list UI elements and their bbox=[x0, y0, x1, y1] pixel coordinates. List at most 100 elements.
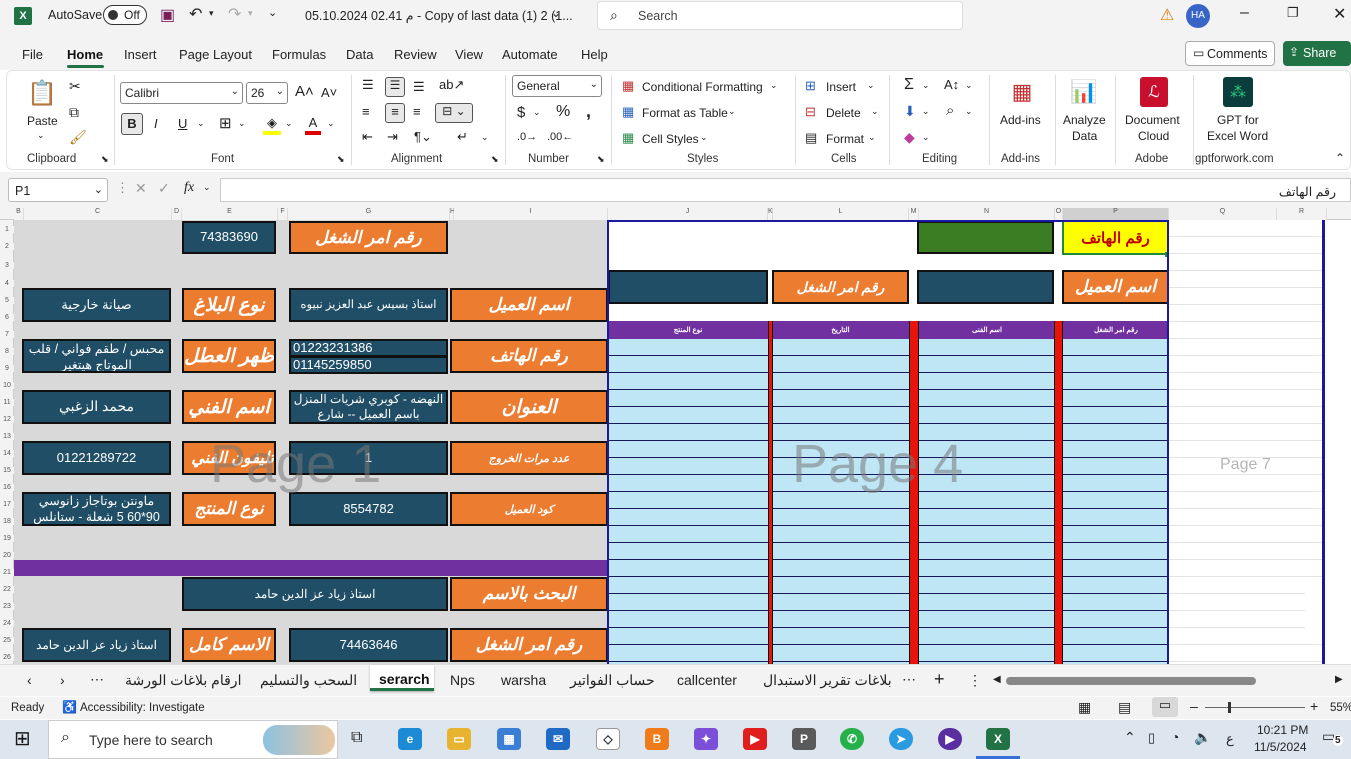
document-cloud-line1[interactable]: Document bbox=[1125, 113, 1180, 127]
accessibility-status[interactable]: Accessibility: Investigate bbox=[80, 702, 205, 714]
table-row[interactable] bbox=[608, 526, 1169, 543]
clock-date[interactable]: 11/5/2024 bbox=[1254, 740, 1307, 754]
col-header[interactable]: N bbox=[919, 208, 1055, 220]
row-header[interactable]: 9 bbox=[0, 365, 14, 372]
chevron-down-icon[interactable]: ⌄ bbox=[871, 106, 879, 117]
insert-cells-button[interactable]: Insert bbox=[826, 80, 856, 94]
number-launcher-icon[interactable]: ⬊ bbox=[597, 154, 605, 165]
pdf-app-icon[interactable]: P bbox=[792, 728, 816, 750]
clear-icon[interactable]: ◆ bbox=[904, 129, 915, 146]
warning-icon[interactable]: ⚠ bbox=[1160, 5, 1174, 25]
row-header[interactable]: 21 bbox=[0, 569, 14, 576]
page4-navy-block-1[interactable] bbox=[608, 270, 768, 304]
row-header[interactable]: 24 bbox=[0, 620, 14, 627]
full-name-value[interactable]: استاذ زياد عز الدين حامد bbox=[22, 628, 171, 662]
options-icon[interactable]: ⋮ bbox=[968, 672, 982, 689]
addins-button[interactable]: Add-ins bbox=[1000, 113, 1041, 127]
table-row[interactable] bbox=[608, 407, 1169, 424]
col-header[interactable]: M bbox=[909, 208, 919, 220]
scroll-right-icon[interactable]: › bbox=[60, 672, 65, 688]
analyze-data-icon[interactable]: 📊 bbox=[1069, 77, 1099, 107]
sheet-tab[interactable]: حساب الفواتير bbox=[570, 672, 655, 689]
analyze-data-line1[interactable]: Analyze bbox=[1063, 113, 1106, 127]
decrease-indent-icon[interactable]: ⇤ bbox=[362, 129, 373, 145]
normal-view-icon[interactable]: ▦ bbox=[1078, 699, 1091, 716]
telegram-icon[interactable]: ➤ bbox=[889, 728, 913, 750]
italic-button[interactable]: I bbox=[154, 116, 158, 131]
paste-icon[interactable]: 📋 bbox=[27, 77, 57, 109]
merge-center-icon[interactable]: ⊟ ⌄ bbox=[435, 103, 473, 123]
more-options-icon[interactable]: ⋮ bbox=[116, 180, 129, 196]
volume-icon[interactable]: 🔈 bbox=[1194, 729, 1211, 746]
fill-color-dropdown-icon[interactable]: ⌄ bbox=[285, 118, 293, 129]
paste-dropdown-icon[interactable]: ⌄ bbox=[37, 130, 45, 141]
delete-cells-icon[interactable]: ⊟ bbox=[805, 104, 816, 120]
col-header[interactable]: E bbox=[182, 208, 278, 220]
borders-icon[interactable]: ⊞ bbox=[219, 114, 232, 132]
fill-color-icon[interactable]: ◈ bbox=[263, 115, 281, 135]
menu-file[interactable]: File bbox=[22, 47, 43, 62]
increase-decimal-icon[interactable]: .0→ bbox=[517, 131, 537, 143]
windows-start-icon[interactable]: ⊞ bbox=[14, 726, 31, 751]
chevron-up-icon[interactable]: ⌃ bbox=[1124, 729, 1136, 746]
menu-page-layout[interactable]: Page Layout bbox=[179, 47, 252, 62]
mail-icon[interactable]: ✉ bbox=[546, 728, 570, 750]
menu-automate[interactable]: Automate bbox=[502, 47, 558, 62]
scroll-left-icon[interactable]: ‹ bbox=[27, 672, 32, 688]
align-middle-icon[interactable]: ☰ bbox=[385, 77, 405, 97]
order-number-value[interactable]: 74383690 bbox=[182, 221, 276, 254]
file-explorer-icon[interactable]: ▭ bbox=[447, 728, 471, 750]
table-row[interactable] bbox=[608, 509, 1169, 526]
row-header[interactable]: 22 bbox=[0, 586, 14, 593]
table-row[interactable] bbox=[608, 594, 1169, 611]
col-header[interactable]: P bbox=[1063, 208, 1169, 220]
borders-dropdown-icon[interactable]: ⌄ bbox=[238, 118, 246, 129]
col-header[interactable]: D bbox=[172, 208, 182, 220]
file-name-chevron-icon[interactable]: ⌄ bbox=[551, 6, 561, 20]
customer-name-value[interactable]: استاذ بسيس عبد العزيز نبيوه bbox=[289, 288, 448, 322]
format-as-table-button[interactable]: Format as Table bbox=[642, 106, 728, 120]
row-header[interactable]: 1 bbox=[0, 226, 14, 233]
chevron-down-icon[interactable]: ⌄ bbox=[922, 132, 930, 143]
table-row[interactable] bbox=[608, 611, 1169, 628]
copilot-icon[interactable]: ✦ bbox=[694, 728, 718, 750]
table-header-technician[interactable]: اسم الفنى bbox=[919, 321, 1055, 339]
table-header-date[interactable]: التاريخ bbox=[772, 321, 909, 339]
row-header[interactable]: 8 bbox=[0, 348, 14, 355]
chevron-down-icon[interactable]: ⌄ bbox=[867, 80, 875, 91]
customer-code-value[interactable]: 8554782 bbox=[289, 492, 448, 526]
wrap-text-icon[interactable]: ↵ bbox=[457, 129, 468, 145]
row-header[interactable]: 26 bbox=[0, 654, 14, 661]
chevron-down-icon[interactable]: ⌄ bbox=[922, 106, 930, 117]
table-row[interactable] bbox=[608, 390, 1169, 407]
table-row[interactable] bbox=[608, 356, 1169, 373]
redo-icon[interactable]: ↷ bbox=[228, 4, 241, 24]
avatar[interactable]: HA bbox=[1186, 4, 1210, 28]
gpt-line1[interactable]: GPT for bbox=[1217, 113, 1259, 127]
worksheet[interactable]: B C D E F G H I J K L M N O P Q R 1 2 3 … bbox=[0, 208, 1351, 664]
sheet-tab[interactable]: warsha bbox=[501, 672, 546, 688]
table-row[interactable] bbox=[608, 645, 1169, 662]
page-layout-view-icon[interactable]: ▤ bbox=[1118, 699, 1131, 716]
battery-icon[interactable]: ▯ bbox=[1148, 730, 1155, 746]
table-row[interactable] bbox=[608, 543, 1169, 560]
cell-styles-icon[interactable]: ▦ bbox=[622, 130, 634, 146]
taskbar-search[interactable]: ⌕ Type here to search bbox=[48, 720, 338, 759]
rtl-icon[interactable]: ¶⌄ bbox=[414, 129, 432, 145]
table-row[interactable] bbox=[608, 577, 1169, 594]
row-header[interactable]: 15 bbox=[0, 467, 14, 474]
page-break-view-icon[interactable]: ▭ bbox=[1152, 697, 1178, 717]
format-painter-icon[interactable]: 🖌 bbox=[69, 129, 87, 146]
sheet-tab[interactable]: ارقام بلاغات الورشة bbox=[125, 672, 241, 689]
row-header[interactable]: 12 bbox=[0, 416, 14, 423]
task-view-icon[interactable]: ⧉ bbox=[351, 729, 362, 747]
row-header[interactable]: 11 bbox=[0, 399, 14, 406]
hscroll-left-icon[interactable]: ◀ bbox=[993, 674, 1001, 685]
align-right-icon[interactable]: ≡ bbox=[413, 104, 421, 119]
redo-dropdown-icon[interactable]: ▾ bbox=[248, 8, 253, 19]
autosave-toggle[interactable]: Off bbox=[103, 5, 147, 25]
col-header[interactable]: C bbox=[24, 208, 172, 220]
order-number-2-value[interactable]: 74463646 bbox=[289, 628, 448, 662]
product-type-value[interactable]: ماونتن بوتاجاز زانوسي 90*60 5 شعلة - ستا… bbox=[22, 492, 171, 526]
wrap-dropdown-icon[interactable]: ⌄ bbox=[481, 132, 489, 143]
